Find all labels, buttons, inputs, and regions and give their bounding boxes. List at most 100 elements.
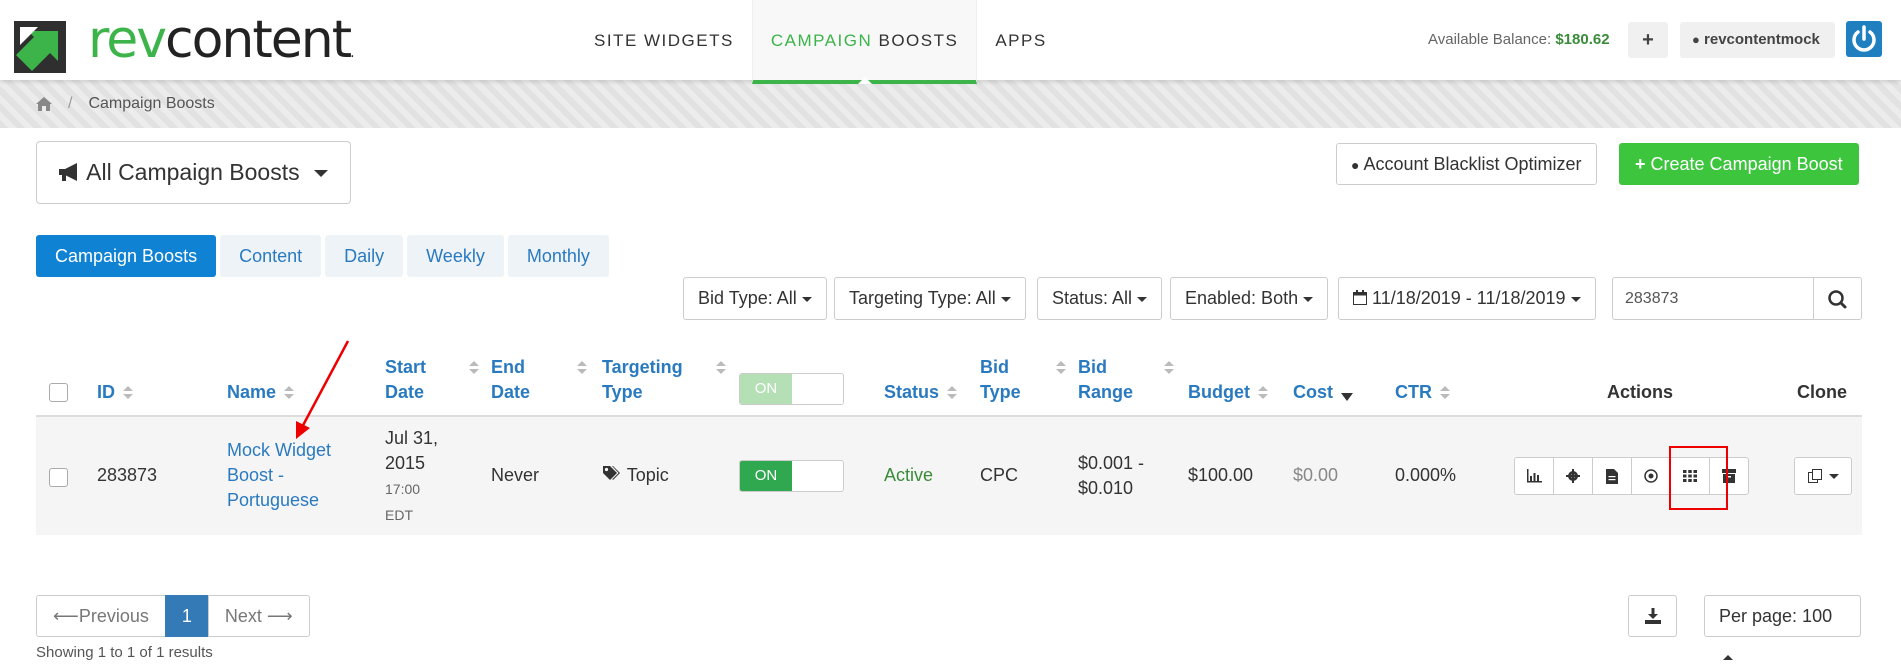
bid-type-header-line1: Bid	[980, 357, 1009, 377]
row-budget: $100.00	[1188, 465, 1254, 485]
calendar-icon	[1353, 290, 1367, 305]
search-input[interactable]: 283873	[1612, 277, 1814, 320]
sort-icon	[1440, 386, 1450, 400]
select-all-checkbox[interactable]	[49, 383, 68, 402]
ctr-header-label: CTR	[1395, 382, 1432, 402]
column-header-name[interactable]: Name	[227, 380, 295, 405]
column-header-ctr[interactable]: CTR	[1395, 380, 1450, 405]
bid-range-header-line1: Bid	[1078, 357, 1107, 377]
bulk-toggle-on-label: ON	[740, 374, 792, 404]
row-status: Active	[884, 465, 934, 485]
row-enable-toggle[interactable]: ON	[739, 460, 844, 492]
tab-monthly[interactable]: Monthly	[507, 235, 609, 277]
status-header-label: Status	[884, 382, 940, 402]
column-header-bid-range[interactable]: Bid Range	[1078, 355, 1174, 405]
column-header-budget[interactable]: Budget	[1188, 380, 1268, 405]
add-funds-button[interactable]: +	[1628, 22, 1668, 58]
previous-label: Previous	[78, 606, 149, 626]
sort-desc-icon	[1341, 393, 1353, 402]
targeting-type-filter[interactable]: Targeting Type: All	[834, 277, 1026, 320]
caret-down-icon	[1828, 473, 1839, 479]
bulk-enable-toggle[interactable]: ON	[739, 373, 844, 405]
column-header-targeting-type[interactable]: Targeting Type	[602, 355, 726, 405]
nav-apps[interactable]: APPS	[977, 0, 1064, 84]
bar-chart-icon	[1527, 469, 1542, 483]
column-header-clone: Clone	[1797, 382, 1848, 402]
row-ctr: 0.000%	[1395, 465, 1457, 485]
row-bid-range: $0.001 - $0.010	[1078, 451, 1144, 501]
row-start-date-line2: 2015	[385, 453, 426, 473]
cost-header-label: Cost	[1293, 382, 1333, 402]
nav-campaign-accent-label: CAMPAIGN	[770, 31, 873, 50]
column-header-bid-type[interactable]: Bid Type	[980, 355, 1066, 405]
column-header-id[interactable]: ID	[97, 380, 133, 405]
gear-icon	[1566, 469, 1580, 483]
bid-type-header-line2: Type	[980, 382, 1021, 402]
name-header-label: Name	[227, 382, 277, 402]
annotation-arrow	[296, 340, 350, 439]
content-button[interactable]	[1592, 457, 1632, 495]
row-bid-range-line1: $0.001 -	[1078, 453, 1145, 473]
row-end-date: Never	[491, 465, 540, 485]
bid-type-filter[interactable]: Bid Type: All	[683, 277, 827, 320]
column-header-end-date[interactable]: End Date	[491, 355, 587, 405]
end-date-header-line2: Date	[491, 382, 531, 402]
logo-rev-text: rev	[88, 10, 167, 70]
user-icon: ●	[1351, 157, 1360, 173]
row-name-link[interactable]: Mock Widget Boost - Portuguese	[227, 438, 331, 513]
per-page-label: Per page: 100	[1719, 606, 1833, 626]
column-header-actions: Actions	[1607, 382, 1674, 402]
next-page-button[interactable]: Next ⟶	[207, 595, 310, 637]
end-date-header-line1: End	[491, 357, 525, 377]
previous-page-button[interactable]: ⟵Previous	[36, 595, 166, 637]
enabled-filter[interactable]: Enabled: Both	[1170, 277, 1329, 320]
enabled-filter-label: Enabled: Both	[1185, 288, 1299, 308]
blacklist-label: Account Blacklist Optimizer	[1363, 154, 1582, 174]
home-icon[interactable]	[36, 97, 52, 111]
balance-label: Available Balance:	[1428, 31, 1552, 48]
tab-weekly[interactable]: Weekly	[407, 235, 504, 277]
create-campaign-boost-button[interactable]: + Create Campaign Boost	[1619, 143, 1859, 185]
targeting-header-line2: Type	[602, 382, 643, 402]
download-icon	[1644, 608, 1661, 624]
tab-campaign-boosts[interactable]: Campaign Boosts	[36, 235, 217, 277]
stats-button[interactable]	[1514, 457, 1554, 495]
settings-button[interactable]	[1553, 457, 1593, 495]
date-range-picker[interactable]: 11/18/2019 - 11/18/2019	[1338, 277, 1596, 320]
clone-button[interactable]	[1794, 457, 1852, 495]
document-icon	[1606, 468, 1618, 484]
search-button[interactable]	[1813, 277, 1862, 320]
row-select-checkbox[interactable]	[49, 468, 68, 487]
breadcrumb-separator: /	[68, 95, 73, 112]
row-start-time: 17:00	[385, 481, 421, 497]
logo-arrow-icon	[14, 20, 66, 73]
tab-content[interactable]: Content	[220, 235, 322, 277]
budget-header-label: Budget	[1188, 382, 1250, 402]
pagination: ⟵Previous 1 Next ⟶	[36, 595, 310, 637]
per-page-selector[interactable]: Per page: 100	[1704, 595, 1861, 660]
row-name-line1: Mock Widget	[227, 440, 332, 460]
targeting-button[interactable]	[1631, 457, 1671, 495]
column-header-start-date[interactable]: Start Date	[385, 355, 479, 405]
user-menu-button[interactable]: ● revcontentmock	[1680, 22, 1835, 58]
logout-button[interactable]	[1846, 21, 1882, 57]
revcontent-logo[interactable]: revcontent.	[14, 14, 355, 79]
nav-campaign-boosts[interactable]: CAMPAIGN BOOSTS	[751, 0, 978, 84]
sort-icon	[716, 361, 726, 375]
logo-dot-text: .	[350, 45, 355, 61]
export-download-button[interactable]	[1628, 595, 1677, 637]
plus-icon: +	[1635, 154, 1646, 174]
column-header-status[interactable]: Status	[884, 380, 958, 405]
campaign-boost-selector[interactable]: All Campaign Boosts	[36, 141, 351, 204]
row-start-timezone: EDT	[385, 507, 413, 523]
column-header-cost[interactable]: Cost	[1293, 380, 1353, 405]
sort-icon	[1056, 361, 1066, 375]
tab-daily[interactable]: Daily	[325, 235, 404, 277]
status-filter[interactable]: Status: All	[1037, 277, 1163, 320]
nav-site-widgets[interactable]: SITE WIDGETS	[576, 0, 752, 84]
page-1-button[interactable]: 1	[164, 595, 209, 637]
megaphone-icon	[59, 163, 77, 181]
power-icon	[1852, 25, 1876, 52]
account-blacklist-optimizer-button[interactable]: ● Account Blacklist Optimizer	[1336, 143, 1597, 185]
next-label: Next	[224, 606, 262, 626]
